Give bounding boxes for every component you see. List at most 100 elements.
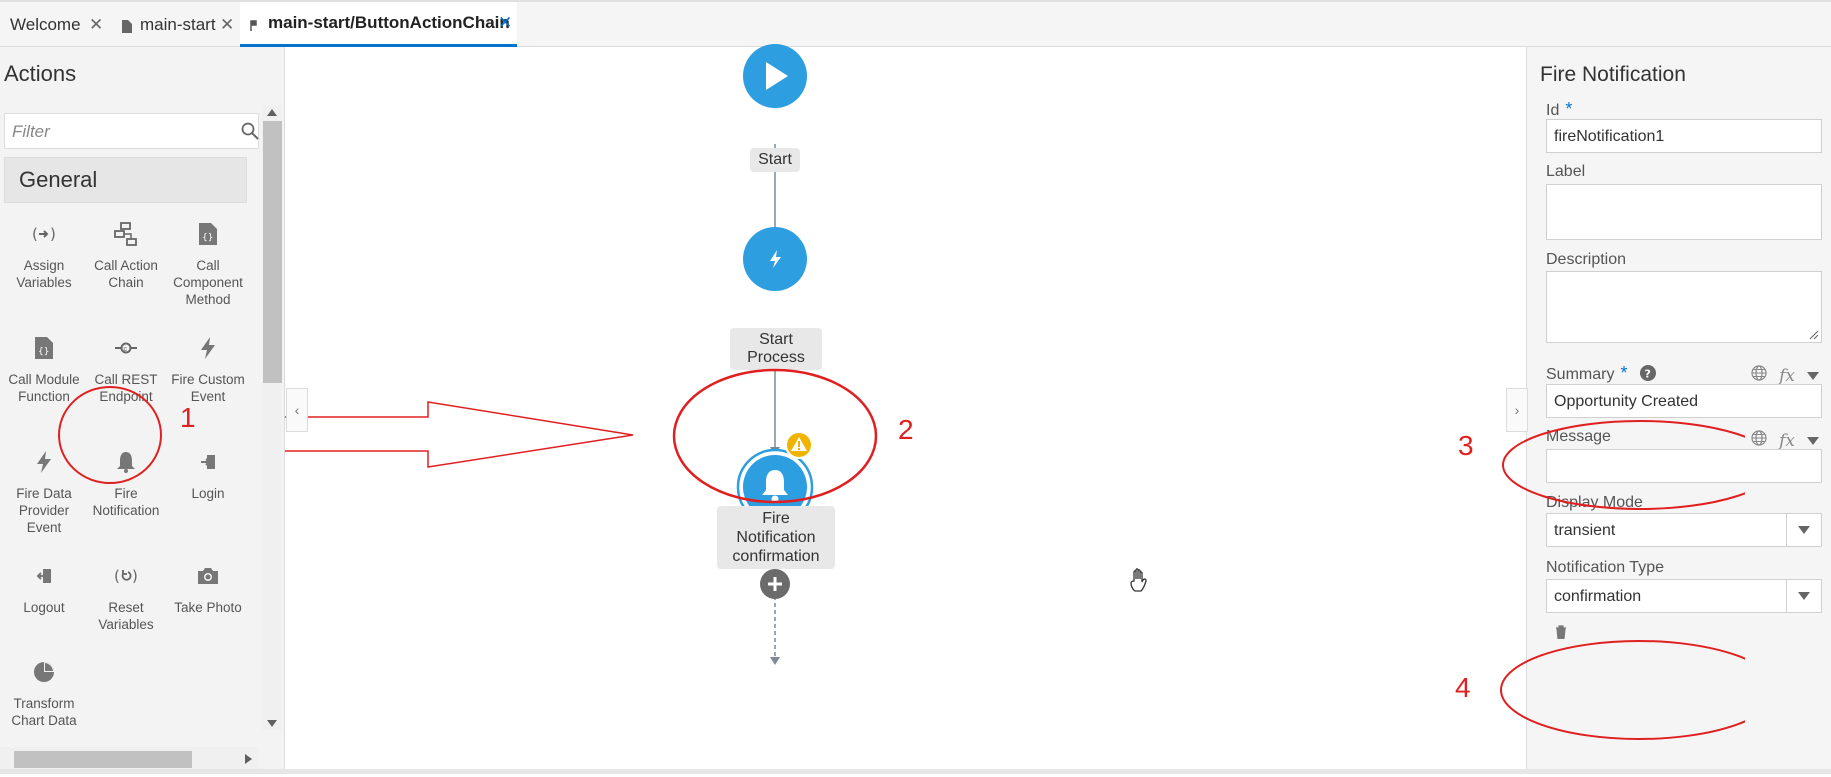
palette-item-label: Call Action Chain bbox=[94, 258, 158, 290]
start-process-node[interactable] bbox=[740, 224, 810, 294]
start-process-node-label[interactable]: Start Process bbox=[730, 328, 822, 370]
palette-item-transform-chart-data[interactable]: Transform Chart Data bbox=[4, 655, 84, 729]
warning-icon[interactable] bbox=[784, 430, 814, 460]
globe-icon[interactable] bbox=[1751, 430, 1767, 451]
palette-item-call-component-method[interactable]: {} Call Component Method bbox=[168, 217, 248, 308]
tab-button-action-chain[interactable]: main-start/ButtonActionChain ✕ bbox=[240, 2, 517, 47]
horizontal-scrollbar[interactable] bbox=[0, 747, 258, 771]
palette-item-label: Reset Variables bbox=[98, 600, 154, 632]
palette-item-label: Call REST Endpoint bbox=[94, 372, 158, 404]
scrollbar-thumb[interactable] bbox=[14, 751, 192, 768]
svg-text:c: c bbox=[124, 346, 128, 353]
delete-icon[interactable] bbox=[1555, 625, 1567, 639]
message-field[interactable] bbox=[1546, 449, 1822, 483]
id-field[interactable]: fireNotification1 bbox=[1546, 119, 1822, 153]
palette-item-reset-variables[interactable]: () Reset Variables bbox=[86, 559, 166, 633]
palette-item-label: Fire Custom Event bbox=[171, 372, 245, 404]
palette-item-call-rest-endpoint[interactable]: c Call REST Endpoint bbox=[86, 331, 166, 405]
svg-text:(: ( bbox=[114, 567, 120, 585]
svg-text:?: ? bbox=[1644, 368, 1650, 381]
required-marker: * bbox=[1565, 99, 1573, 119]
help-icon[interactable]: ? bbox=[1639, 365, 1656, 381]
description-field[interactable] bbox=[1546, 271, 1822, 343]
svg-text:{}: {} bbox=[202, 233, 213, 243]
id-label: Id * bbox=[1546, 99, 1573, 119]
palette-item-fire-custom-event[interactable]: Fire Custom Event bbox=[168, 331, 248, 405]
palette-item-assign-variables[interactable]: () Assign Variables bbox=[4, 217, 84, 291]
palette-item-label: Take Photo bbox=[174, 600, 242, 615]
panel-title: Actions bbox=[4, 61, 77, 86]
scrollbar-thumb[interactable] bbox=[263, 121, 282, 383]
chevron-left-icon: ‹ bbox=[294, 402, 300, 418]
tab-welcome[interactable]: Welcome ✕ bbox=[0, 2, 110, 47]
arrow-head bbox=[770, 657, 780, 665]
svg-text:): ) bbox=[50, 225, 56, 243]
assign-variables-icon: () bbox=[4, 217, 84, 251]
summary-field[interactable]: Opportunity Created bbox=[1546, 384, 1822, 418]
chevron-down-icon[interactable] bbox=[1786, 580, 1821, 612]
filter-input[interactable] bbox=[5, 114, 234, 150]
scroll-down-icon[interactable] bbox=[267, 720, 277, 727]
chevron-down-icon[interactable] bbox=[1786, 514, 1821, 546]
palette-item-label: Fire Notification bbox=[92, 486, 160, 518]
call-component-method-icon: {} bbox=[168, 217, 248, 251]
collapse-right-panel-button[interactable]: › bbox=[1506, 388, 1528, 432]
pie-chart-icon bbox=[4, 655, 84, 689]
palette-item-label: Login bbox=[191, 486, 225, 501]
add-action-button[interactable] bbox=[759, 568, 791, 600]
start-node[interactable] bbox=[740, 42, 810, 110]
annotation-number-1: 1 bbox=[180, 402, 196, 433]
collapse-left-panel-button[interactable]: ‹ bbox=[286, 388, 308, 432]
scroll-up-icon[interactable] bbox=[267, 109, 277, 116]
scroll-right-icon[interactable] bbox=[245, 754, 252, 764]
fire-notification-node-label[interactable]: Fire Notification confirmation bbox=[717, 506, 835, 569]
palette-item-login[interactable]: Login bbox=[168, 445, 248, 502]
camera-icon bbox=[168, 559, 248, 593]
summary-label: Summary * ? bbox=[1546, 363, 1656, 384]
section-header-general[interactable]: General bbox=[4, 157, 247, 203]
display-mode-select[interactable]: transient bbox=[1546, 513, 1822, 547]
dropdown-arrow-icon[interactable] bbox=[1807, 432, 1819, 450]
palette-item-logout[interactable]: Logout bbox=[4, 559, 84, 616]
palette-item-fire-notification[interactable]: Fire Notification bbox=[86, 445, 166, 519]
palette-item-label: Fire Data Provider Event bbox=[16, 486, 72, 535]
palette-item-label: Call Component Method bbox=[173, 258, 243, 307]
resize-handle-icon[interactable] bbox=[1809, 330, 1819, 340]
search-icon[interactable] bbox=[241, 122, 259, 140]
vertical-scrollbar[interactable] bbox=[262, 105, 282, 730]
close-icon[interactable]: ✕ bbox=[89, 15, 103, 35]
palette-item-fire-data-provider-event[interactable]: Fire Data Provider Event bbox=[4, 445, 84, 536]
node-label-line: confirmation bbox=[732, 548, 820, 565]
action-chain-file-icon bbox=[250, 17, 260, 31]
required-marker: * bbox=[1620, 363, 1628, 383]
bell-icon bbox=[86, 445, 166, 479]
palette-item-call-module-function[interactable]: {} Call Module Function bbox=[4, 331, 84, 405]
reset-icon: () bbox=[86, 559, 166, 593]
label-field[interactable] bbox=[1546, 184, 1822, 240]
palette-item-label: Call Module Function bbox=[8, 372, 80, 404]
call-rest-endpoint-icon: c bbox=[86, 331, 166, 365]
palette-item-call-action-chain[interactable]: Call Action Chain bbox=[86, 217, 166, 291]
palette-item-take-photo[interactable]: Take Photo bbox=[168, 559, 248, 616]
notification-type-select[interactable]: confirmation bbox=[1546, 579, 1822, 613]
fx-icon[interactable]: fx bbox=[1779, 366, 1795, 386]
globe-icon[interactable] bbox=[1751, 365, 1767, 386]
message-label: Message bbox=[1546, 428, 1611, 445]
properties-panel: Fire Notification Id * fireNotification1 … bbox=[1526, 47, 1831, 774]
tab-label: main-start/ButtonActionChain bbox=[268, 13, 510, 32]
login-icon bbox=[168, 445, 248, 479]
actions-palette-panel: Actions General () Assign Variables Call… bbox=[0, 47, 285, 774]
svg-text:{}: {} bbox=[38, 347, 49, 357]
start-node-label[interactable]: Start bbox=[750, 148, 800, 172]
annotation-number-3: 3 bbox=[1458, 430, 1474, 461]
dropdown-arrow-icon[interactable] bbox=[1807, 367, 1819, 385]
action-chain-canvas[interactable]: Start Start Process Fire Notification co… bbox=[285, 44, 1525, 769]
lightning-icon bbox=[4, 445, 84, 479]
close-icon[interactable]: ✕ bbox=[220, 15, 234, 35]
fx-icon[interactable]: fx bbox=[1779, 431, 1795, 451]
close-icon[interactable]: ✕ bbox=[498, 13, 512, 33]
display-mode-label: Display Mode bbox=[1546, 494, 1643, 511]
palette-item-label: Assign Variables bbox=[16, 258, 72, 290]
tab-main-start[interactable]: main-start ✕ bbox=[112, 2, 238, 47]
annotation-number-4: 4 bbox=[1455, 672, 1471, 703]
